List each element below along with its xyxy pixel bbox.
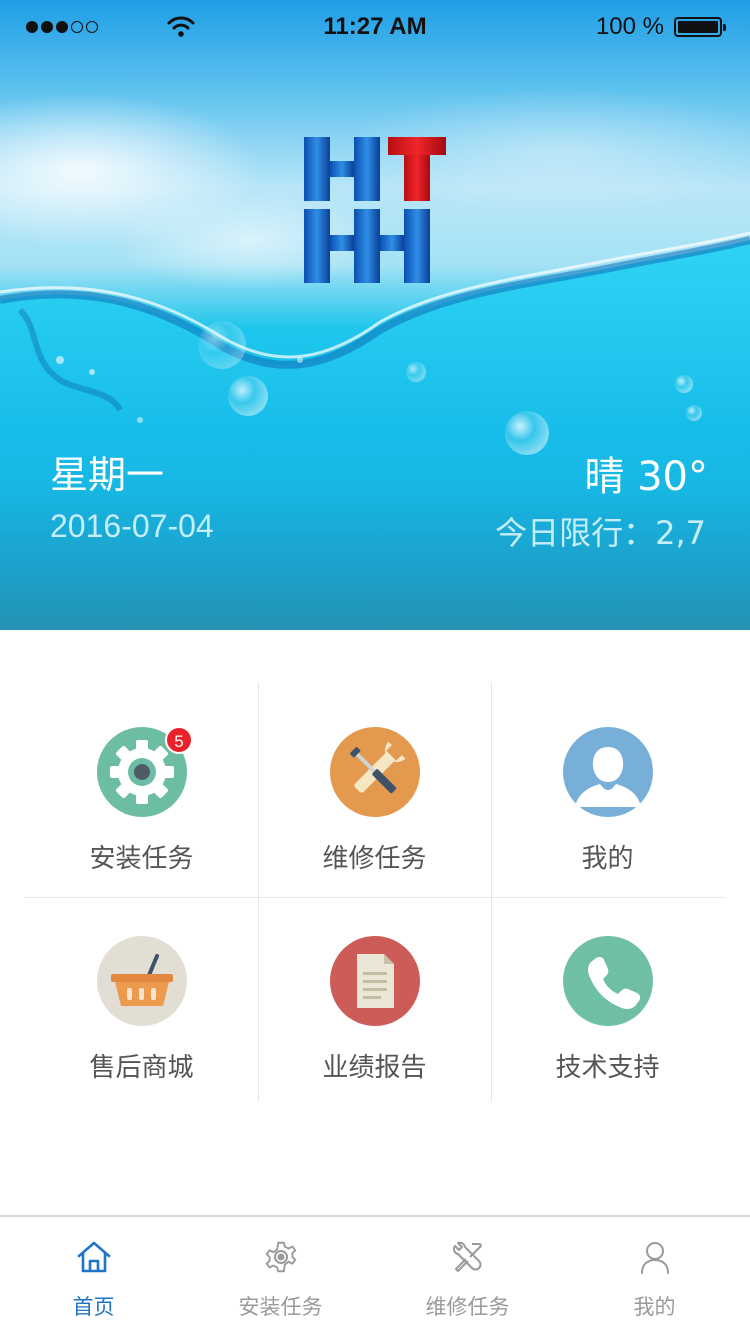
hht-logo xyxy=(304,137,446,283)
menu-item-label: 业绩报告 xyxy=(322,1053,427,1083)
traffic-restriction-label: 今日限行：2,7 xyxy=(495,514,706,552)
menu-grid: 5 安装任务 维修任务 我的 售后商城 业绩报告 技术支持 xyxy=(25,682,725,1102)
notification-badge: 5 xyxy=(165,726,193,754)
tools-icon xyxy=(453,1241,482,1272)
date-label: 2016-07-04 xyxy=(50,508,214,544)
menu-item-label: 售后商城 xyxy=(89,1053,194,1083)
tab-my-profile[interactable]: 我的 xyxy=(561,1217,748,1333)
weekday-label: 星期一 xyxy=(50,453,165,497)
home-screen: 11:27 AM 100 % 星期一 2016-07-04 晴 30° 今日限行… xyxy=(0,0,750,1333)
menu-item-label: 安装任务 xyxy=(89,844,194,874)
battery-percentage: 100 % xyxy=(595,13,664,40)
user-icon xyxy=(641,1242,669,1274)
menu-item-install-tasks[interactable]: 5 安装任务 xyxy=(25,682,258,891)
basket-icon xyxy=(97,936,187,1026)
home-icon xyxy=(77,1241,111,1273)
bottom-tab-bar: 首页 安装任务 维修任务 我的 xyxy=(0,1215,750,1333)
tab-home[interactable]: 首页 xyxy=(0,1217,187,1333)
weather-label: 晴 30° xyxy=(584,454,708,500)
user-icon xyxy=(563,727,653,817)
status-bar: 11:27 AM 100 % xyxy=(0,0,750,56)
menu-item-label: 技术支持 xyxy=(555,1053,660,1083)
tab-label: 维修任务 xyxy=(425,1295,510,1319)
tab-label: 首页 xyxy=(72,1295,115,1319)
hero-banner: 11:27 AM 100 % 星期一 2016-07-04 晴 30° 今日限行… xyxy=(0,0,750,630)
menu-item-label: 我的 xyxy=(581,844,634,874)
tab-install-tasks[interactable]: 安装任务 xyxy=(187,1217,374,1333)
tab-label: 我的 xyxy=(633,1295,676,1319)
menu-item-repair-tasks[interactable]: 维修任务 xyxy=(258,682,491,891)
gear-icon xyxy=(265,1241,297,1273)
menu-item-performance-report[interactable]: 业绩报告 xyxy=(258,891,491,1100)
menu-item-aftersales-mall[interactable]: 售后商城 xyxy=(25,891,258,1100)
menu-item-tech-support[interactable]: 技术支持 xyxy=(491,891,724,1100)
tools-icon xyxy=(330,727,420,817)
tab-label: 安装任务 xyxy=(238,1295,323,1319)
phone-icon xyxy=(563,936,653,1026)
menu-item-my-profile[interactable]: 我的 xyxy=(491,682,724,891)
tab-repair-tasks[interactable]: 维修任务 xyxy=(374,1217,561,1333)
battery-icon xyxy=(674,17,726,37)
menu-item-label: 维修任务 xyxy=(322,844,427,874)
document-icon xyxy=(330,936,420,1026)
